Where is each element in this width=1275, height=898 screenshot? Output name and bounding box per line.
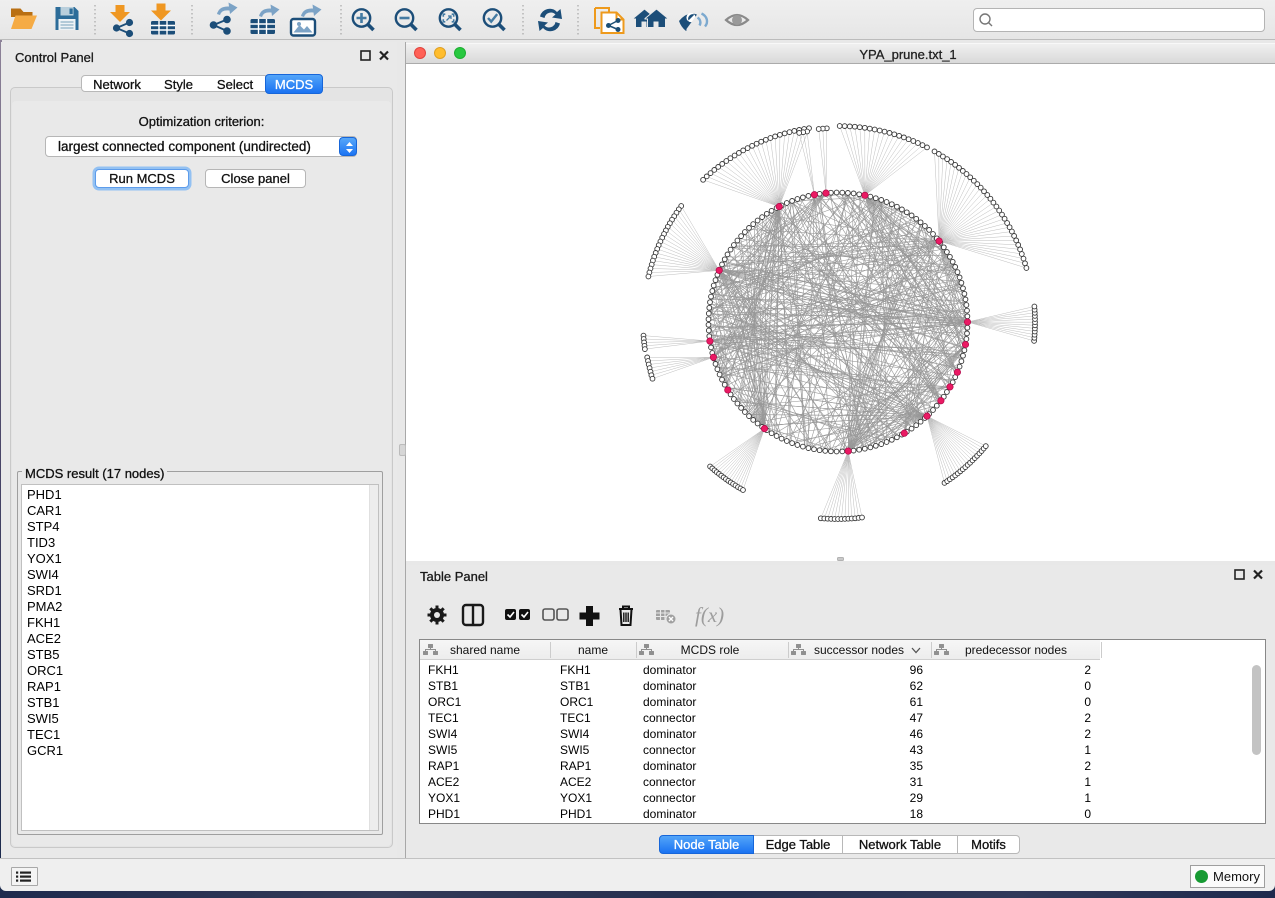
svg-text:f(x): f(x) [695,603,724,627]
svg-text:successor nodes: successor nodes [814,643,904,657]
svg-text:MCDS role: MCDS role [681,643,740,657]
svg-text:shared name: shared name [450,643,520,657]
svg-text:predecessor nodes: predecessor nodes [965,643,1067,657]
svg-text:name: name [578,643,608,657]
